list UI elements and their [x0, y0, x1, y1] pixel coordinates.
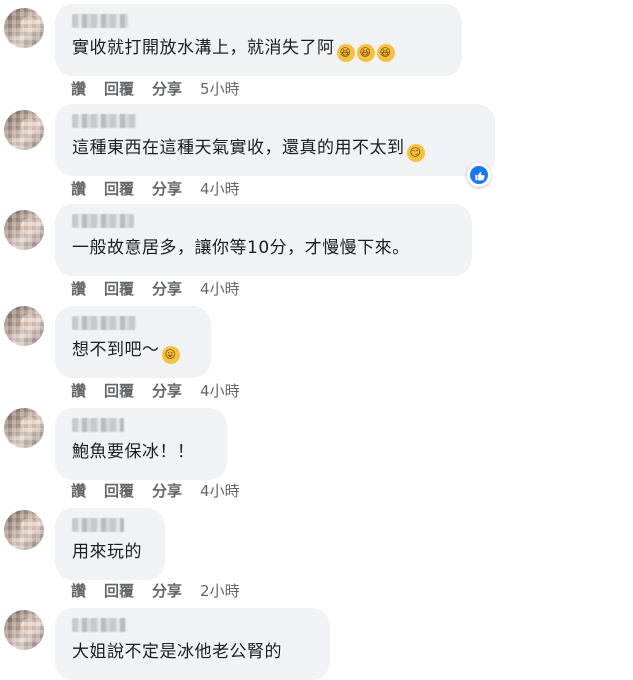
author-name-blurred[interactable]: [72, 518, 124, 532]
timestamp[interactable]: 4小時: [200, 280, 240, 298]
reply-link[interactable]: 回覆: [104, 482, 134, 500]
avatar[interactable]: [4, 510, 44, 550]
comment-bubble: 鮑魚要保冰！！: [55, 408, 227, 480]
comment-bubble: 一般故意居多，讓你等10分，才慢慢下來。: [55, 204, 472, 276]
comment-bubble: 想不到吧～ 😛: [55, 306, 211, 378]
comment-actions: 讚回覆 分享 4小時: [71, 278, 240, 299]
author-name-blurred[interactable]: [72, 418, 124, 432]
like-link[interactable]: 讚: [71, 280, 86, 298]
like-link[interactable]: 讚: [71, 80, 86, 98]
comment-bubble: 大姐說不定是冰他老公腎的: [55, 608, 330, 680]
reply-link[interactable]: 回覆: [104, 280, 134, 298]
timestamp[interactable]: 4小時: [200, 482, 240, 500]
avatar[interactable]: [4, 8, 44, 48]
avatar[interactable]: [4, 408, 44, 448]
share-link[interactable]: 分享: [152, 482, 182, 500]
comment-text: 大姐說不定是冰他老公腎的: [72, 642, 282, 662]
like-link[interactable]: 讚: [71, 582, 86, 600]
comment-text: 鮑魚要保冰！！: [72, 442, 195, 462]
share-link[interactable]: 分享: [152, 582, 182, 600]
tongue-emoji: 😛: [161, 346, 180, 364]
like-link[interactable]: 讚: [71, 180, 86, 198]
avatar[interactable]: [4, 610, 44, 650]
timestamp[interactable]: 4小時: [200, 382, 240, 400]
avatar[interactable]: [4, 210, 44, 250]
reply-link[interactable]: 回覆: [104, 382, 134, 400]
timestamp[interactable]: 4小時: [200, 180, 240, 198]
author-name-blurred[interactable]: [72, 618, 126, 632]
comment-text: 用來玩的: [72, 542, 142, 562]
comment-actions: 讚回覆 分享 4小時: [71, 380, 240, 401]
author-name-blurred[interactable]: [72, 114, 136, 128]
avatar[interactable]: [4, 110, 44, 150]
comment-actions: 讚回覆 分享 2小時: [71, 580, 240, 601]
reply-link[interactable]: 回覆: [104, 582, 134, 600]
comment-bubble: 用來玩的: [55, 508, 165, 580]
like-reaction-badge[interactable]: [467, 163, 491, 187]
author-name-blurred[interactable]: [72, 14, 128, 28]
comment-text: 想不到吧～ 😛: [72, 338, 199, 364]
comment-text: 這種東西在這種天氣實收，還真的用不太到 😏: [72, 136, 483, 162]
laugh-cry-emoji: 😆: [336, 44, 355, 62]
smirk-emoji: 😏: [406, 144, 425, 162]
share-link[interactable]: 分享: [152, 80, 182, 98]
share-link[interactable]: 分享: [152, 280, 182, 298]
share-link[interactable]: 分享: [152, 382, 182, 400]
share-link[interactable]: 分享: [152, 180, 182, 198]
reply-link[interactable]: 回覆: [104, 80, 134, 98]
author-name-blurred[interactable]: [72, 214, 134, 228]
avatar[interactable]: [4, 306, 44, 346]
comment-text: 實收就打開放水溝上，就消失了阿 😆 😆 😆: [72, 36, 450, 62]
comment-actions: 讚回覆 分享 4小時: [71, 178, 240, 199]
comment-actions: 讚回覆 分享 5小時: [71, 78, 240, 99]
reply-link[interactable]: 回覆: [104, 180, 134, 198]
like-link[interactable]: 讚: [71, 382, 86, 400]
thumbs-up-icon: [470, 166, 488, 184]
like-link[interactable]: 讚: [71, 482, 86, 500]
timestamp[interactable]: 5小時: [200, 80, 240, 98]
comment-bubble: 這種東西在這種天氣實收，還真的用不太到 😏: [55, 104, 495, 176]
author-name-blurred[interactable]: [72, 316, 136, 330]
comment-text: 一般故意居多，讓你等10分，才慢慢下來。: [72, 238, 410, 258]
comment-bubble: 實收就打開放水溝上，就消失了阿 😆 😆 😆: [55, 4, 462, 76]
laugh-cry-emoji: 😆: [376, 44, 395, 62]
comment-actions: 讚回覆 分享 4小時: [71, 480, 240, 501]
laugh-cry-emoji: 😆: [356, 44, 375, 62]
timestamp[interactable]: 2小時: [200, 582, 240, 600]
